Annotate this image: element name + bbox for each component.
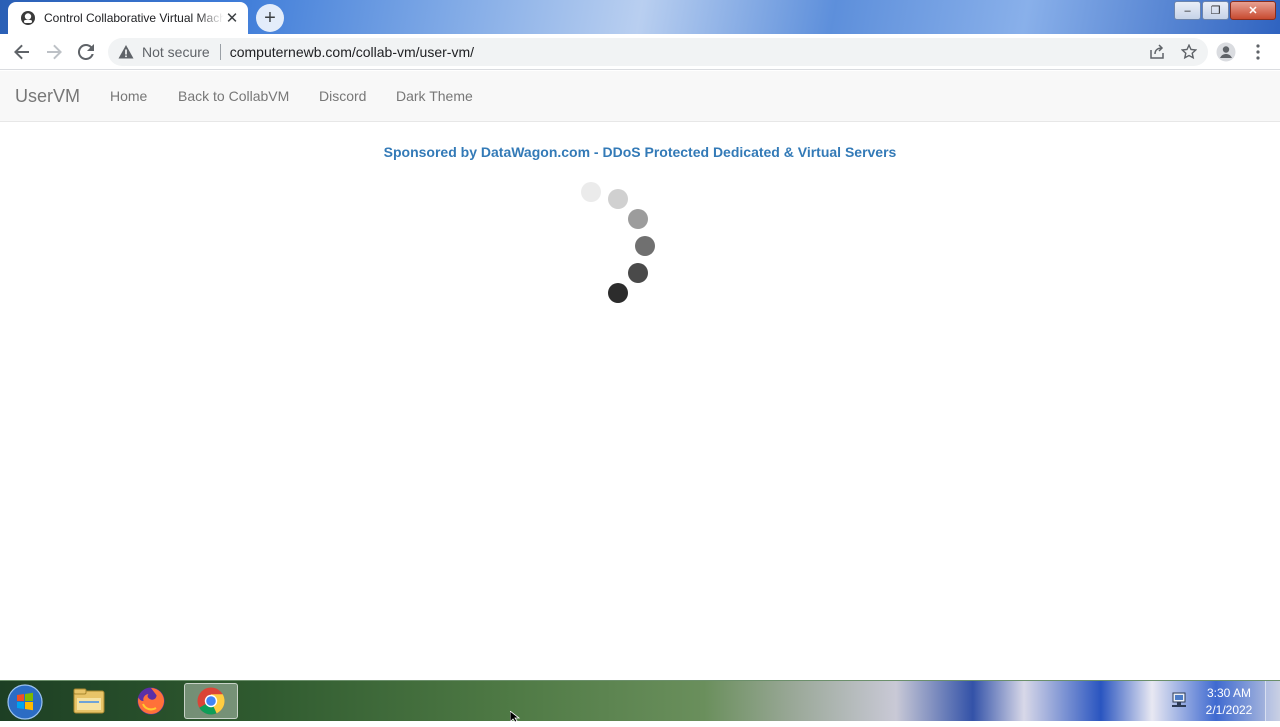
reload-icon[interactable] — [74, 40, 98, 64]
sponsor-link[interactable]: Sponsored by DataWagon.com - DDoS Protec… — [0, 144, 1280, 160]
security-status[interactable]: Not secure — [142, 44, 210, 60]
share-icon[interactable] — [1148, 43, 1166, 61]
start-button[interactable] — [5, 683, 45, 721]
spinner-dot — [628, 209, 648, 229]
warning-icon[interactable] — [118, 44, 134, 60]
spinner-dot — [608, 189, 628, 209]
windows-taskbar: 3:30 AM 2/1/2022 — [0, 680, 1280, 721]
system-clock[interactable]: 3:30 AM 2/1/2022 — [1196, 685, 1262, 719]
tab-title: Control Collaborative Virtual Machines — [44, 11, 224, 25]
network-icon[interactable] — [1170, 691, 1188, 709]
windows-logo-icon — [7, 684, 43, 720]
mouse-cursor-icon — [509, 709, 522, 723]
close-tab-icon[interactable]: ✕ — [224, 10, 240, 27]
collabvm-icon — [20, 10, 36, 26]
bookmark-star-icon[interactable] — [1180, 43, 1198, 61]
loading-spinner — [578, 180, 668, 305]
browser-toolbar: Not secure computernewb.com/collab-vm/us… — [0, 34, 1280, 70]
nav-link-back-to-collabvm[interactable]: Back to CollabVM — [178, 88, 289, 104]
forward-arrow-icon[interactable] — [42, 40, 66, 64]
spinner-dot — [581, 182, 601, 202]
url-text[interactable]: computernewb.com/collab-vm/user-vm/ — [230, 44, 474, 60]
spinner-dot — [635, 236, 655, 256]
browser-tab[interactable]: Control Collaborative Virtual Machines ✕ — [8, 2, 248, 34]
show-desktop-button[interactable] — [1265, 681, 1280, 721]
site-navbar: UserVM Home Back to CollabVM Discord Dar… — [0, 71, 1280, 122]
profile-icon[interactable] — [1214, 40, 1238, 64]
spinner-dot — [628, 263, 648, 283]
nav-link-discord[interactable]: Discord — [319, 88, 366, 104]
omnibox-divider — [219, 44, 221, 60]
window-controls: ‒ ❐ ✕ — [1173, 1, 1276, 20]
brand-link[interactable]: UserVM — [15, 86, 80, 107]
back-arrow-icon[interactable] — [10, 40, 34, 64]
menu-kebab-icon[interactable] — [1246, 40, 1270, 64]
firefox-icon[interactable] — [124, 683, 178, 719]
file-explorer-icon[interactable] — [62, 683, 116, 719]
spinner-dot — [608, 283, 628, 303]
chrome-icon[interactable] — [184, 683, 238, 719]
nav-link-home[interactable]: Home — [110, 88, 147, 104]
browser-tabstrip: Control Collaborative Virtual Machines ✕… — [0, 0, 1280, 34]
maximize-button[interactable]: ❐ — [1202, 1, 1229, 20]
address-bar[interactable]: Not secure computernewb.com/collab-vm/us… — [108, 38, 1208, 66]
clock-time: 3:30 AM — [1206, 686, 1252, 700]
nav-link-dark-theme[interactable]: Dark Theme — [396, 88, 473, 104]
new-tab-button[interactable]: + — [256, 4, 284, 32]
close-window-button[interactable]: ✕ — [1230, 1, 1276, 20]
minimize-button[interactable]: ‒ — [1174, 1, 1201, 20]
clock-date: 2/1/2022 — [1205, 703, 1253, 717]
